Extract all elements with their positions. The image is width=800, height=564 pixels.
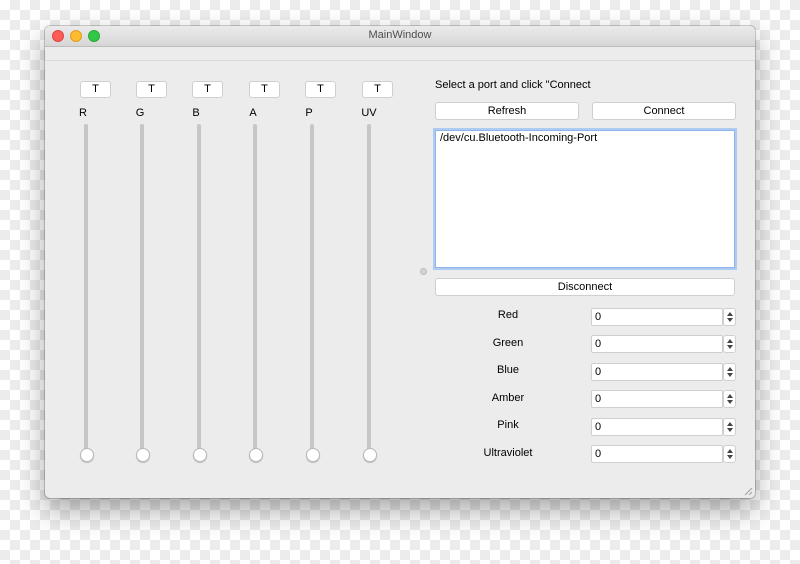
chevron-down-icon[interactable] xyxy=(727,318,733,322)
blue-stepper[interactable] xyxy=(723,363,736,381)
refresh-button[interactable]: Refresh xyxy=(435,102,579,120)
channel-label-a: A xyxy=(249,107,257,119)
pink-value-input[interactable]: 0 xyxy=(591,418,723,436)
red-stepper[interactable] xyxy=(723,308,736,326)
channel-label-g: G xyxy=(135,107,145,119)
chevron-up-icon[interactable] xyxy=(727,367,733,371)
chevron-up-icon[interactable] xyxy=(727,422,733,426)
field-label-red: Red xyxy=(497,309,519,321)
red-value-input[interactable]: 0 xyxy=(591,308,723,326)
ultraviolet-stepper[interactable] xyxy=(723,445,736,463)
slider-track-r[interactable] xyxy=(84,124,88,456)
connect-button[interactable]: Connect xyxy=(592,102,736,120)
channel-label-uv: UV xyxy=(361,107,377,119)
slider-handle-a[interactable] xyxy=(249,448,263,462)
slider-handle-g[interactable] xyxy=(136,448,150,462)
toggle-button-uv[interactable]: T xyxy=(362,81,393,98)
toolbar-divider xyxy=(45,60,755,61)
toggle-button-g[interactable]: T xyxy=(136,81,167,98)
slider-handle-r[interactable] xyxy=(80,448,94,462)
chevron-down-icon[interactable] xyxy=(727,400,733,404)
field-label-green: Green xyxy=(492,337,524,349)
slider-handle-b[interactable] xyxy=(193,448,207,462)
disconnect-button[interactable]: Disconnect xyxy=(435,278,735,296)
title-bar[interactable]: MainWindow xyxy=(45,26,755,47)
amber-stepper[interactable] xyxy=(723,390,736,408)
slider-track-p[interactable] xyxy=(310,124,314,456)
channel-label-r: R xyxy=(79,107,87,119)
chevron-up-icon[interactable] xyxy=(727,449,733,453)
pink-stepper[interactable] xyxy=(723,418,736,436)
chevron-down-icon[interactable] xyxy=(727,455,733,459)
window-title: MainWindow xyxy=(368,29,432,41)
green-stepper[interactable] xyxy=(723,335,736,353)
slider-track-g[interactable] xyxy=(140,124,144,456)
chevron-up-icon[interactable] xyxy=(727,339,733,343)
chevron-up-icon[interactable] xyxy=(727,394,733,398)
field-label-amber: Amber xyxy=(491,392,525,404)
splitter-handle[interactable] xyxy=(420,268,427,275)
chevron-down-icon[interactable] xyxy=(727,373,733,377)
channel-label-p: P xyxy=(305,107,313,119)
main-window: MainWindow T T T T T T R G B A P UV Sele… xyxy=(45,26,755,498)
field-label-blue: Blue xyxy=(496,364,520,376)
slider-track-b[interactable] xyxy=(197,124,201,456)
slider-track-a[interactable] xyxy=(253,124,257,456)
slider-handle-p[interactable] xyxy=(306,448,320,462)
field-label-ultraviolet: Ultraviolet xyxy=(483,447,533,459)
chevron-down-icon[interactable] xyxy=(727,428,733,432)
slider-handle-uv[interactable] xyxy=(363,448,377,462)
port-prompt-label: Select a port and click "Connect xyxy=(435,79,591,91)
chevron-down-icon[interactable] xyxy=(727,345,733,349)
amber-value-input[interactable]: 0 xyxy=(591,390,723,408)
chevron-up-icon[interactable] xyxy=(727,312,733,316)
toggle-button-a[interactable]: T xyxy=(249,81,280,98)
green-value-input[interactable]: 0 xyxy=(591,335,723,353)
blue-value-input[interactable]: 0 xyxy=(591,363,723,381)
ultraviolet-value-input[interactable]: 0 xyxy=(591,445,723,463)
channel-label-b: B xyxy=(192,107,200,119)
toggle-button-p[interactable]: T xyxy=(305,81,336,98)
port-list[interactable]: /dev/cu.Bluetooth-Incoming-Port xyxy=(435,130,735,268)
toggle-button-b[interactable]: T xyxy=(192,81,223,98)
port-list-item[interactable]: /dev/cu.Bluetooth-Incoming-Port xyxy=(440,132,597,144)
toggle-button-r[interactable]: T xyxy=(80,81,111,98)
resize-grip-icon[interactable] xyxy=(744,487,753,496)
slider-track-uv[interactable] xyxy=(367,124,371,456)
field-label-pink: Pink xyxy=(497,419,519,431)
